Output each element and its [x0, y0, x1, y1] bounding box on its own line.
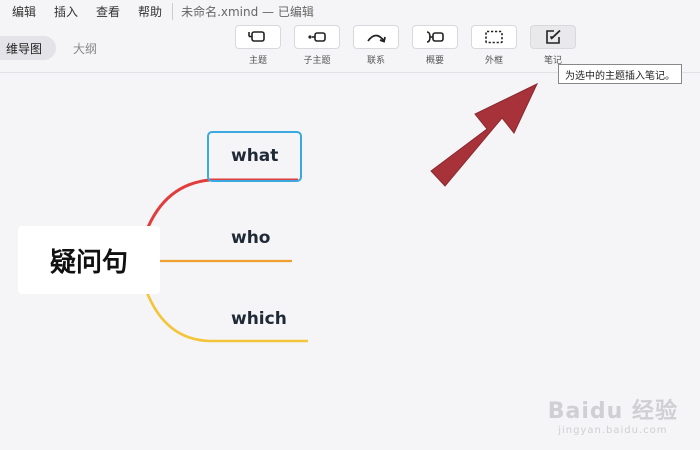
relationship-icon — [367, 34, 386, 43]
topic-label: 主题 — [248, 56, 267, 66]
summary-icon — [426, 31, 444, 43]
boundary-button[interactable] — [471, 25, 517, 49]
central-topic[interactable]: 疑问句 — [18, 226, 160, 294]
watermark-sub: jingyan.baidu.com — [558, 425, 668, 436]
summary-button[interactable] — [412, 25, 458, 49]
summary-tool[interactable]: 概要 — [412, 25, 458, 71]
subtopic-button[interactable] — [294, 25, 340, 49]
subtopic-tool[interactable]: 子主题 — [294, 25, 340, 71]
subtopic-what[interactable]: what — [231, 146, 278, 166]
topic-icon — [248, 31, 265, 42]
note-icon — [546, 29, 561, 44]
topic-tool[interactable]: 主题 — [235, 25, 281, 71]
relationship-tool[interactable]: 联系 — [353, 25, 399, 71]
menu-insert[interactable]: 插入 — [48, 3, 84, 20]
subtopic-label: 子主题 — [303, 56, 331, 66]
menu-help[interactable]: 帮助 — [132, 3, 168, 20]
watermark-main: Baidu 经验 — [547, 399, 678, 424]
menu-bar: 编辑 插入 查看 帮助 未命名.xmind — 已编辑 — [0, 0, 700, 22]
subtopic-who[interactable]: who — [231, 228, 271, 248]
topic-button[interactable] — [235, 25, 281, 49]
menu-edit[interactable]: 编辑 — [6, 3, 42, 20]
note-button[interactable] — [530, 25, 576, 49]
boundary-icon — [485, 30, 503, 44]
baidu-watermark: Baidu 经验 jingyan.baidu.com — [548, 393, 678, 436]
relationship-button[interactable] — [353, 25, 399, 49]
document-title: 未命名.xmind — 已编辑 — [172, 2, 314, 20]
tab-mindmap[interactable]: 维导图 — [0, 36, 56, 60]
menu-view[interactable]: 查看 — [90, 3, 126, 20]
subtopic-which[interactable]: which — [231, 309, 287, 329]
subtopic-icon — [308, 32, 326, 42]
summary-label: 概要 — [425, 56, 444, 66]
boundary-label: 外框 — [484, 56, 503, 66]
relationship-label: 联系 — [366, 56, 385, 66]
boundary-tool[interactable]: 外框 — [471, 25, 517, 71]
tab-outline[interactable]: 大纲 — [73, 40, 97, 57]
